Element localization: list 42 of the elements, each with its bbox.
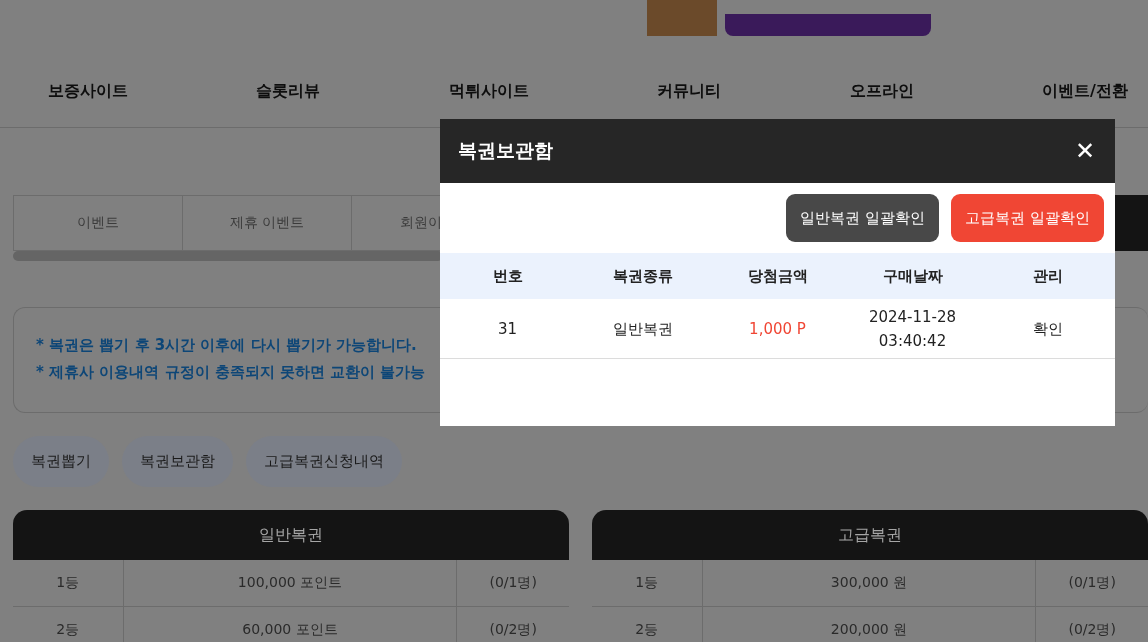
table-cell: 1등 bbox=[13, 560, 124, 606]
time-text: 03:40:42 bbox=[878, 330, 947, 352]
nav-link[interactable]: 오프라인 bbox=[849, 80, 914, 102]
confirm-all-button[interactable]: 고급복권 일괄확인 bbox=[951, 194, 1104, 242]
table-cell-text: (0/2명) bbox=[1067, 620, 1117, 639]
column-header: 번호 bbox=[491, 266, 524, 287]
table-cell: 2등 bbox=[13, 607, 124, 642]
table-cell-text: 31 bbox=[496, 318, 519, 340]
table-header: 고급복권 bbox=[592, 510, 1148, 560]
notice-text: * 제휴사 이용내역 규정이 충족되지 못하면 교환이 불가능 bbox=[36, 362, 426, 383]
table-cell-text: (0/1명) bbox=[488, 573, 538, 592]
nav-link[interactable]: 보증사이트 bbox=[48, 80, 128, 102]
nav-link[interactable]: 커뮤니티 bbox=[657, 80, 722, 102]
confirm-all-button[interactable]: 일반복권 일괄확인 bbox=[786, 194, 940, 242]
table-cell: 100,000 포인트 bbox=[123, 560, 458, 606]
scrollbar[interactable] bbox=[13, 251, 443, 261]
close-button[interactable]: ✕ bbox=[1071, 137, 1099, 165]
table-header: 일반복권 bbox=[13, 510, 569, 560]
table-cell: 60,000 포인트 bbox=[123, 607, 458, 642]
nav-link[interactable]: 먹튀사이트 bbox=[448, 80, 529, 102]
lottery-button[interactable]: 고급복권신청내역 bbox=[246, 436, 402, 487]
date-text: 2024-11-28 bbox=[868, 306, 957, 328]
table-cell: 200,000 원 bbox=[702, 607, 1037, 642]
event-tab[interactable] bbox=[1114, 195, 1148, 251]
nav-link[interactable]: 이벤트/전환 bbox=[1042, 80, 1128, 102]
column-header: 당첨금액 bbox=[746, 266, 809, 287]
nav-link[interactable]: 슬롯리뷰 bbox=[256, 80, 321, 102]
notice-text: * 복권은 뽑기 후 3시간 이후에 다시 뽑기가 가능합니다. bbox=[36, 335, 417, 356]
column-header: 관리 bbox=[1031, 266, 1064, 287]
table-cell-text: (0/2명) bbox=[488, 620, 538, 639]
table-cell: 300,000 원 bbox=[702, 560, 1037, 606]
confirm-link[interactable]: 확인 bbox=[980, 299, 1115, 358]
table-cell-text: (0/1명) bbox=[1067, 573, 1117, 592]
table-cell-text: 1,000 P bbox=[748, 318, 807, 340]
table-cell-text: 일반복권 bbox=[611, 318, 674, 340]
column-header: 복권종류 bbox=[611, 266, 674, 287]
table-cell: 1등 bbox=[592, 560, 703, 606]
modal-title: 복권보관함 bbox=[458, 138, 553, 163]
lottery-button[interactable]: 복권뽑기 bbox=[13, 436, 109, 487]
column-header: 구매날짜 bbox=[881, 266, 944, 287]
table-cell: 2등 bbox=[592, 607, 703, 642]
lottery-button[interactable]: 복권보관함 bbox=[122, 436, 233, 487]
